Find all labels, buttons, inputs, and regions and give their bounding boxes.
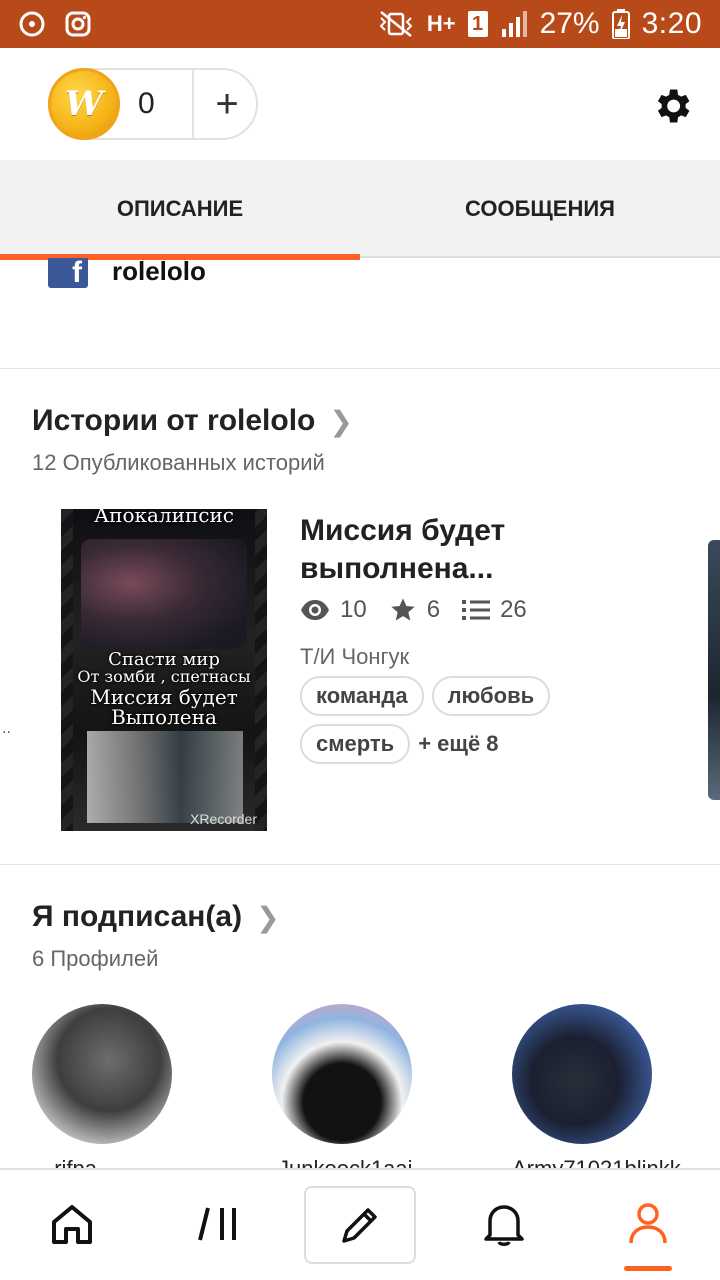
profile-tabs: ОПИСАНИЕ СООБЩЕНИЯ [0, 160, 720, 260]
next-story-card-edge[interactable] [708, 540, 720, 800]
profile-header: W 0 + [0, 48, 720, 160]
bell-icon [484, 1205, 524, 1246]
cover-line-4: Выполена [111, 705, 217, 729]
coin-divider [192, 70, 194, 138]
sim-indicator: 1 [467, 11, 488, 37]
coin-count: 0 [138, 87, 155, 120]
story-character: Т/И Чонгук [300, 644, 410, 669]
tag-chip[interactable]: смерть [300, 724, 411, 764]
avatar[interactable] [272, 1004, 412, 1144]
signal-icon [501, 11, 527, 37]
more-tags-link[interactable]: + ещё 8 [418, 731, 498, 757]
divider [0, 368, 720, 369]
divider [0, 864, 720, 865]
votes-count: 6 [426, 596, 441, 623]
clock: 3:20 [641, 7, 702, 40]
battery-charging-icon [611, 9, 630, 39]
chevron-right-icon: ❯ [329, 405, 353, 437]
nav-library[interactable] [178, 1188, 258, 1260]
gear-icon[interactable] [650, 84, 694, 128]
stories-header[interactable]: Истории от rolelolo ❯ [32, 404, 353, 438]
facebook-icon: f [48, 258, 88, 288]
stories-title: Истории от rolelolo [32, 404, 316, 437]
network-type: H+ [426, 11, 456, 36]
nav-home[interactable] [32, 1188, 112, 1260]
prev-card-edge: .. [2, 720, 11, 737]
following-header[interactable]: Я подписан(а) ❯ [32, 900, 280, 934]
following-count: 6 Профилей [32, 946, 159, 971]
nav-profile[interactable] [608, 1188, 688, 1260]
pencil-icon [342, 1208, 377, 1243]
facebook-link[interactable]: f rolelolo [48, 256, 206, 290]
vinyl-icon [19, 11, 45, 37]
vibrate-icon [379, 11, 413, 37]
story-title[interactable]: Миссия будет выполнена... [300, 512, 680, 588]
home-icon [52, 1205, 92, 1244]
story-tags: команда любовь смерть + ещё 8 [300, 676, 600, 772]
cover-line-3: Миссия будет [90, 685, 238, 709]
story-cover[interactable]: Апокалипсис Спасти мир От зомби , спетна… [61, 509, 267, 831]
facebook-username: rolelolo [112, 256, 206, 286]
cover-group-photo [81, 539, 247, 649]
tab-description[interactable]: ОПИСАНИЕ [0, 160, 360, 260]
stories-count: 12 Опубликованных историй [32, 450, 325, 475]
cover-line-2: От зомби , спетнасы [77, 667, 251, 686]
battery-percent: 27% [539, 7, 600, 40]
parts-count: 26 [500, 596, 527, 623]
list-icon [462, 600, 491, 620]
person-icon [629, 1203, 667, 1244]
story-stats: 10 6 26 [300, 596, 549, 624]
coin-icon: W [48, 68, 120, 140]
views-count: 10 [340, 596, 367, 623]
add-coins-button[interactable]: + [196, 70, 258, 138]
avatar[interactable] [32, 1004, 172, 1144]
cover-bottom-photos [87, 731, 243, 823]
cover-watermark: XRecorder [190, 811, 257, 827]
active-tab-indicator [624, 1266, 672, 1271]
nav-notifications[interactable] [464, 1188, 544, 1260]
tag-chip[interactable]: команда [300, 676, 424, 716]
bottom-navigation [0, 1168, 720, 1280]
library-icon [198, 1207, 236, 1241]
avatar[interactable] [512, 1004, 652, 1144]
nav-write[interactable] [304, 1186, 416, 1264]
chevron-right-icon: ❯ [256, 901, 280, 933]
tab-messages[interactable]: СООБЩЕНИЯ [360, 160, 720, 258]
eye-icon [301, 600, 329, 620]
status-bar: H+ 1 27% 3:20 [0, 0, 720, 48]
coin-balance[interactable]: W 0 + [48, 68, 258, 140]
instagram-icon [65, 11, 91, 37]
following-title: Я подписан(а) [32, 900, 243, 933]
cover-top-text: Апокалипсис [93, 509, 235, 527]
tag-chip[interactable]: любовь [431, 676, 551, 716]
star-icon [391, 598, 415, 621]
